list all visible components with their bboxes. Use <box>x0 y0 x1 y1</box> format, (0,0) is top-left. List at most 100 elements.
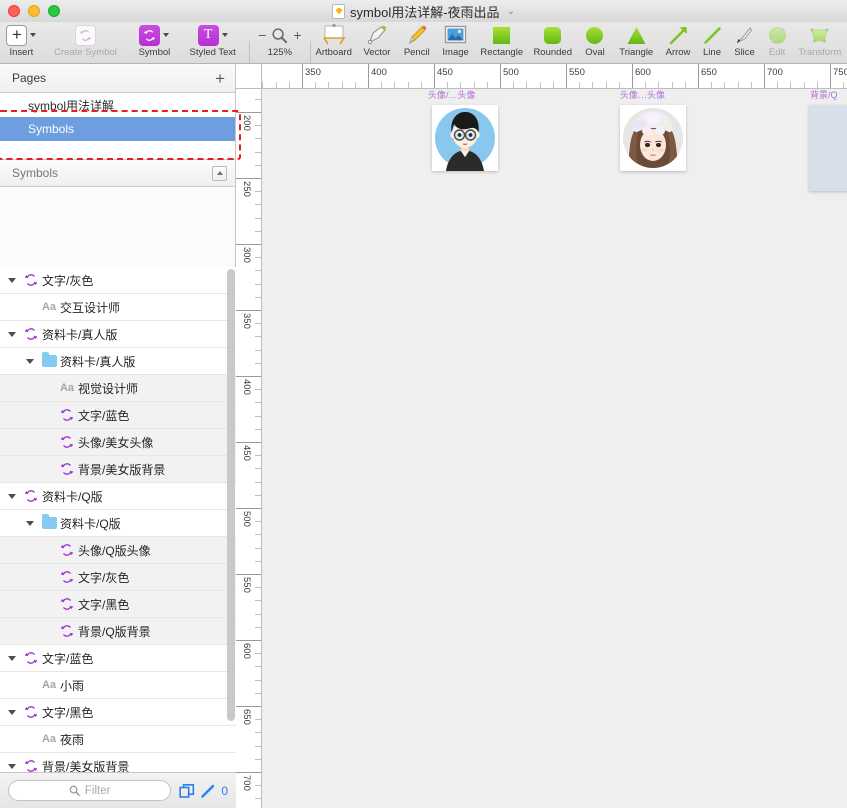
toolbar-zoom-group[interactable]: − + 125% <box>250 22 310 64</box>
chevron-down-icon[interactable] <box>30 33 37 37</box>
layer-row[interactable]: 头像/Q版头像 <box>0 537 236 564</box>
toolbar-line-button[interactable]: Line <box>696 22 727 64</box>
magnifier-icon <box>272 27 288 43</box>
disclosure-triangle-icon[interactable] <box>4 277 20 283</box>
ruler-tick <box>566 64 567 88</box>
toolbar-create-symbol-button[interactable]: Create Symbol <box>43 22 128 64</box>
toolbar-transform-button[interactable]: Transform <box>793 22 847 64</box>
chevron-down-icon[interactable]: ⌄ <box>507 6 515 17</box>
symbol-icon <box>56 570 78 584</box>
layer-row[interactable]: Aa 夜雨 <box>0 726 236 753</box>
pen-icon[interactable] <box>200 783 216 799</box>
disclosure-triangle-icon[interactable] <box>22 520 38 526</box>
ruler-minor-tick <box>255 653 261 655</box>
toolbar-oval-button[interactable]: Oval <box>577 22 613 64</box>
ruler-minor-tick <box>255 468 261 470</box>
layer-label: 小雨 <box>60 678 85 693</box>
toolbar-triangle-button[interactable]: Triangle <box>613 22 660 64</box>
artboard-label[interactable]: 头像…头像 <box>620 89 665 101</box>
layer-row[interactable]: 背景/Q版背景 <box>0 618 236 645</box>
layers-scrollbar[interactable] <box>227 269 235 721</box>
ruler-minor-tick <box>255 666 261 668</box>
duplicate-icon[interactable] <box>179 783 195 799</box>
toolbar-item-label: Styled Text <box>189 47 236 58</box>
ruler-minor-tick <box>255 626 261 628</box>
ruler-label: 750 <box>833 67 847 78</box>
layers-list[interactable]: 文字/灰色 Aa 交互设计师 资料卡/真人版 资料卡/真人版 Aa 视觉设计师 文字/蓝色 头像… <box>0 267 236 808</box>
ruler-minor-tick <box>255 481 261 483</box>
disclosure-triangle-icon[interactable] <box>4 493 20 499</box>
disclosure-triangle-icon[interactable] <box>4 655 20 661</box>
toolbar-vector-button[interactable]: Vector <box>357 22 398 64</box>
horizontal-ruler[interactable]: 350 400 450 500 550 600 650 700 750 <box>236 64 847 89</box>
toolbar-pencil-button[interactable]: Pencil <box>397 22 436 64</box>
ruler-tick <box>500 64 501 88</box>
layer-row[interactable]: 文字/黑色 <box>0 591 236 618</box>
layer-row[interactable]: 文字/灰色 <box>0 564 236 591</box>
layer-row[interactable]: Aa 视觉设计师 <box>0 375 236 402</box>
layer-row[interactable]: 资料卡/真人版 <box>0 321 236 348</box>
layer-row[interactable]: 资料卡/Q版 <box>0 483 236 510</box>
disclosure-triangle-icon[interactable] <box>22 358 38 364</box>
chevron-down-icon[interactable] <box>221 33 228 37</box>
ruler-tick <box>830 64 831 88</box>
ruler-tick <box>236 508 261 509</box>
toolbar-edit-button[interactable]: Edit <box>762 22 793 64</box>
artboard-avatar-female[interactable] <box>620 105 686 171</box>
layer-row[interactable]: 文字/黑色 <box>0 699 236 726</box>
collapse-up-icon[interactable] <box>212 165 227 181</box>
document-title-group: symbol用法详解-夜雨出品 ⌄ <box>0 0 847 22</box>
toolbar-image-button[interactable]: Image <box>436 22 475 64</box>
left-sidebar: Pages + symbol用法详解 Symbols Symbols 文字/灰色… <box>0 64 236 808</box>
ruler-label: 600 <box>241 643 252 659</box>
toolbar-artboard-button[interactable]: Artboard <box>311 22 357 64</box>
layer-row[interactable]: 文字/蓝色 <box>0 645 236 672</box>
layer-row[interactable]: 文字/蓝色 <box>0 402 236 429</box>
layer-row[interactable]: Aa 小雨 <box>0 672 236 699</box>
page-item[interactable]: symbol用法详解 <box>0 93 235 117</box>
ruler-minor-tick <box>255 349 261 351</box>
artboard-label[interactable]: 头像/…头像 <box>428 89 476 101</box>
slice-knife-icon <box>736 26 753 43</box>
toolbar-item-label: Rounded <box>533 47 572 58</box>
ruler-minor-tick <box>255 125 261 127</box>
vertical-ruler[interactable]: 200250300350400450500550600650700750 <box>236 64 262 808</box>
ruler-label: 450 <box>437 67 453 78</box>
edit-icon <box>768 26 786 44</box>
add-page-button[interactable]: + <box>215 70 225 87</box>
ruler-minor-tick <box>473 82 475 88</box>
ruler-minor-tick <box>645 82 647 88</box>
drawing-canvas[interactable]: 头像/…头像 头像…头像 背景/Q <box>262 89 847 808</box>
layer-row[interactable]: 背景/美女版背景 <box>0 456 236 483</box>
chevron-down-icon[interactable] <box>163 33 170 37</box>
toolbar-arrow-button[interactable]: Arrow <box>660 22 697 64</box>
ruler-tick <box>434 64 435 88</box>
toolbar-insert-button[interactable]: + Insert <box>0 22 43 64</box>
layer-row[interactable]: 资料卡/真人版 <box>0 348 236 375</box>
layer-row[interactable]: 资料卡/Q版 <box>0 510 236 537</box>
layer-row[interactable]: 文字/灰色 <box>0 267 236 294</box>
artboard-label[interactable]: 背景/Q <box>810 89 838 101</box>
disclosure-triangle-icon[interactable] <box>4 331 20 337</box>
ruler-minor-tick <box>255 785 261 787</box>
filter-input[interactable]: Filter <box>8 780 172 801</box>
disclosure-triangle-icon[interactable] <box>4 709 20 715</box>
disclosure-triangle-icon[interactable] <box>4 763 20 769</box>
ruler-label: 550 <box>241 577 252 593</box>
canvas-area[interactable]: 350 400 450 500 550 600 650 700 750 200 250 300 350… <box>236 64 847 808</box>
layer-row[interactable]: Aa 交互设计师 <box>0 294 236 321</box>
toolbar-rectangle-button[interactable]: Rectangle <box>475 22 528 64</box>
layer-row[interactable]: 头像/美女头像 <box>0 429 236 456</box>
ruler-minor-tick <box>255 455 261 457</box>
toolbar-slice-button[interactable]: Slice <box>728 22 762 64</box>
toolbar-rounded-button[interactable]: Rounded <box>528 22 577 64</box>
toolbar-styled-text-button[interactable]: T Styled Text <box>181 22 245 64</box>
toolbar-symbol-button[interactable]: Symbol <box>128 22 180 64</box>
zoom-in-button[interactable]: + <box>293 27 301 43</box>
ruler-minor-tick <box>255 336 261 338</box>
transform-icon <box>810 28 829 42</box>
zoom-out-button[interactable]: − <box>258 27 266 43</box>
artboard-avatar-male[interactable] <box>432 105 498 171</box>
page-item-symbols[interactable]: Symbols <box>0 117 235 141</box>
artboard-background-q[interactable] <box>809 105 847 191</box>
